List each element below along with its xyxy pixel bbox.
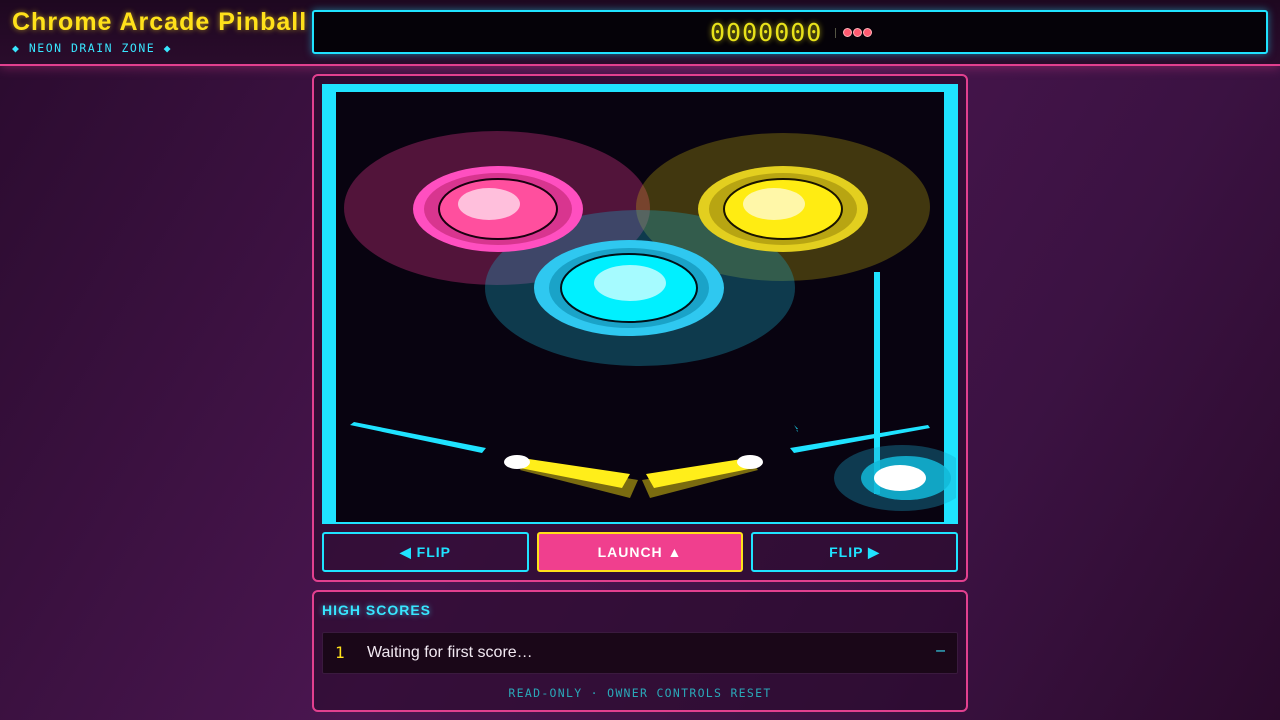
- right-flipper[interactable]: [642, 455, 763, 498]
- pink-bumper: [413, 166, 583, 252]
- balls-remaining: [843, 28, 872, 37]
- high-scores-title: HIGH SCORES: [322, 602, 432, 618]
- ball-indicator-icon: [863, 28, 872, 37]
- game-panel: ◀ FLIP LAUNCH ▲ FLIP ▶: [312, 74, 968, 582]
- playfield-graphics: [324, 86, 956, 522]
- scores-footer-note: READ-ONLY · OWNER CONTROLS RESET: [508, 686, 772, 700]
- score-divider: [835, 28, 836, 38]
- left-guide-rail: [350, 422, 486, 453]
- pinball-ball: [834, 445, 956, 511]
- high-scores-panel: HIGH SCORES 1 Waiting for first score… –…: [312, 590, 968, 712]
- cyan-bumper: [534, 240, 724, 336]
- left-flipper[interactable]: [504, 455, 638, 498]
- score-player-name: Waiting for first score…: [367, 644, 533, 661]
- score-display: 0000000: [312, 10, 1268, 54]
- left-rail: [324, 86, 336, 522]
- yellow-bumper: [698, 166, 868, 252]
- game-title: Chrome Arcade Pinball: [12, 8, 308, 36]
- top-rail: [324, 86, 956, 92]
- score-value: 0000000: [710, 18, 823, 47]
- pinball-playfield[interactable]: [322, 84, 958, 524]
- ball-indicator-icon: [853, 28, 862, 37]
- score-points: –: [936, 642, 945, 659]
- ball-indicator-icon: [843, 28, 852, 37]
- high-score-row: 1 Waiting for first score… –: [322, 632, 958, 674]
- flip-right-button[interactable]: FLIP ▶: [751, 532, 958, 572]
- launch-button[interactable]: LAUNCH ▲: [537, 532, 743, 572]
- top-bar: Chrome Arcade Pinball ◆ NEON DRAIN ZONE …: [0, 0, 1280, 66]
- score-rank: 1: [335, 643, 345, 662]
- flip-left-button[interactable]: ◀ FLIP: [322, 532, 529, 572]
- game-subtitle: ◆ NEON DRAIN ZONE ◆: [12, 41, 173, 55]
